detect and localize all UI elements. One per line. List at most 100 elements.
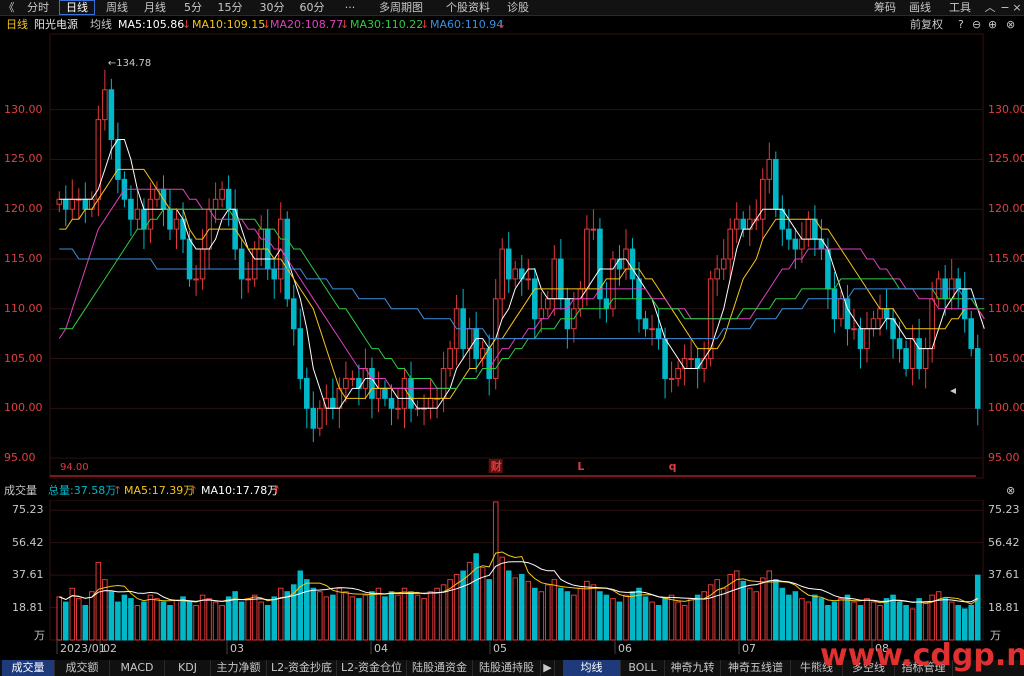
tab-intraday[interactable]: 分时 <box>22 0 54 15</box>
volume-bar <box>942 598 948 641</box>
volume-bar <box>968 605 975 641</box>
restoration-dropdown[interactable]: 前复权 <box>910 16 943 34</box>
volume-bar <box>362 594 369 641</box>
tab-daily[interactable]: 日线 <box>59 0 95 15</box>
candle-body <box>69 198 76 210</box>
candle-body <box>245 278 251 281</box>
volume-bar <box>382 596 388 641</box>
volume-bar <box>375 587 382 641</box>
volume-bar <box>434 587 440 641</box>
help-icon[interactable]: ? <box>958 16 964 34</box>
volume-bar <box>102 579 108 641</box>
candle-body <box>773 158 779 210</box>
candle-body <box>95 119 102 200</box>
tab-monthly[interactable]: 月线 <box>138 0 172 15</box>
tab-60min[interactable]: 60分 <box>294 0 330 15</box>
tools-button[interactable]: 工具 <box>940 0 980 15</box>
candle-body <box>401 377 408 409</box>
volume-bar <box>799 598 805 641</box>
indicator-tab[interactable]: 均线 <box>563 660 621 676</box>
indicator-tab[interactable]: 神奇五线谱 <box>721 660 791 676</box>
down-arrow-icon: ↓ <box>420 18 430 31</box>
price-tick-label-left: 95.00 <box>4 451 36 465</box>
volume-ma5-line <box>59 551 978 605</box>
tab-weekly[interactable]: 周线 <box>100 0 134 15</box>
candle-body <box>271 268 278 280</box>
kline-chart-canvas[interactable]: 94.00←134.78←93.80财Lq <box>0 0 1024 676</box>
stock-profile-button[interactable]: 个股资料 <box>440 0 496 15</box>
volume-bar <box>440 584 447 641</box>
volume-bar <box>297 570 304 641</box>
indicator-tab[interactable]: BOLL <box>621 660 665 676</box>
zoom-in-icon[interactable]: ⊕ <box>988 16 997 34</box>
close-icon[interactable]: ⊗ <box>1006 16 1015 34</box>
price-tick-label-right: 125.00 <box>988 152 1024 166</box>
candle-body <box>649 328 655 331</box>
volume-bar <box>421 598 427 641</box>
volume-bar <box>597 591 603 641</box>
candle-body <box>408 377 414 409</box>
candle-body <box>616 258 623 270</box>
ma30-value: MA30:110.22 <box>350 18 424 31</box>
tab-15min[interactable]: 15分 <box>212 0 248 15</box>
high-marker: ←134.78 <box>108 58 151 69</box>
candle-body <box>147 198 154 230</box>
candle-body <box>838 298 844 320</box>
indicator-tab[interactable]: 主力净额 <box>211 660 267 676</box>
back-icon[interactable]: 《 <box>2 0 16 15</box>
volume-tick-label-left: 18.81 <box>12 600 44 614</box>
volume-tick-label-left: 37.61 <box>12 568 44 582</box>
indicator-tab[interactable]: MACD <box>110 660 165 676</box>
volume-bar <box>173 599 180 641</box>
tab-5min[interactable]: 5分 <box>178 0 208 15</box>
indicator-tab[interactable]: 陆股通资金 <box>407 660 473 676</box>
volume-bar <box>642 596 649 641</box>
event-marker: q <box>669 460 677 473</box>
indicator-tab[interactable]: L2-资金抄底 <box>267 660 337 676</box>
volume-bar <box>336 587 343 641</box>
chevron-up-icon[interactable]: ︿ <box>984 0 996 15</box>
indicator-tab[interactable]: L2-资金仓位 <box>337 660 407 676</box>
volume-bar <box>805 601 812 641</box>
volume-bar <box>694 594 701 641</box>
up-arrow-icon: ↑ <box>272 484 282 497</box>
close-icon[interactable]: ⊗ <box>1006 482 1015 500</box>
candle-body <box>903 348 909 370</box>
stock-diagnosis-button[interactable]: 诊股 <box>500 0 536 15</box>
price-tick-label-right: 95.00 <box>988 451 1020 465</box>
volume-bar <box>160 601 167 641</box>
volume-bar <box>922 601 929 641</box>
candle-body <box>82 198 89 210</box>
candle-body <box>916 338 922 369</box>
volume-bar <box>134 605 141 641</box>
volume-bar <box>349 596 356 641</box>
indicator-tab[interactable]: 成交额 <box>55 660 110 676</box>
candle-body <box>740 218 747 230</box>
candle-body <box>668 377 675 380</box>
draw-line-button[interactable]: 画线 <box>904 0 936 15</box>
candle-body <box>310 407 317 429</box>
tab-30min[interactable]: 30分 <box>254 0 290 15</box>
candle-body <box>395 407 401 410</box>
price-tick-label-left: 105.00 <box>4 351 43 365</box>
volume-bar <box>649 601 655 641</box>
volume-bar <box>76 598 82 641</box>
close-icon[interactable]: × <box>1012 0 1022 15</box>
indicator-tab[interactable]: 神奇九转 <box>665 660 721 676</box>
zoom-out-icon[interactable]: ⊖ <box>972 16 981 34</box>
indicator-tab[interactable]: 成交量 <box>2 660 55 676</box>
minimize-icon[interactable]: − <box>1000 0 1010 15</box>
indicator-tab[interactable]: 陆股通持股 <box>473 660 541 676</box>
candle-body <box>290 298 297 330</box>
volume-bar <box>492 501 499 641</box>
multi-period-dropdown[interactable]: 多周期图 <box>368 0 434 15</box>
more-periods-button[interactable]: ··· <box>336 0 364 15</box>
volume-bar <box>838 598 844 641</box>
volume-ma10-line <box>59 561 978 603</box>
indicator-tab[interactable]: ▶ <box>541 660 555 676</box>
indicator-tab[interactable]: KDJ <box>165 660 211 676</box>
volume-bar <box>532 587 538 641</box>
candle-body <box>792 238 799 250</box>
volume-bar <box>831 601 838 641</box>
chip-button[interactable]: 筹码 <box>870 0 900 15</box>
